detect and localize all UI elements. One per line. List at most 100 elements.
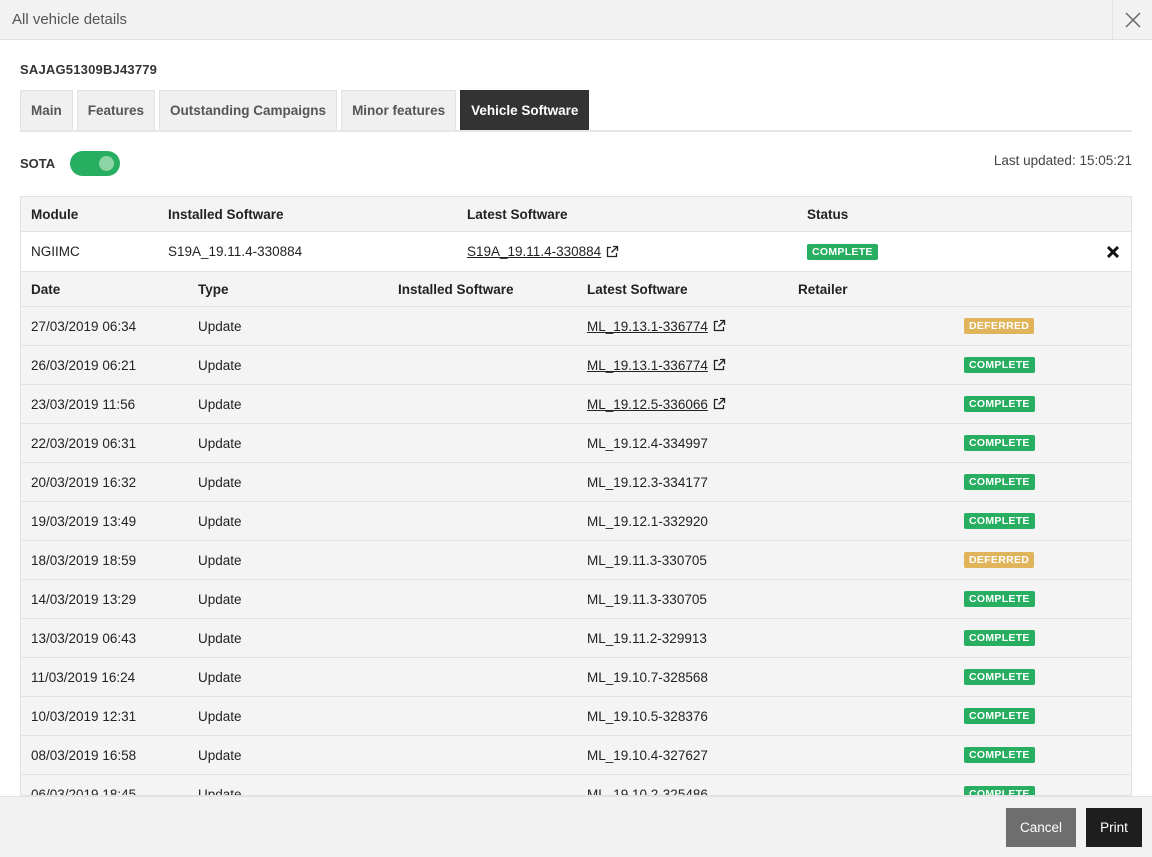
status-badge: COMPLETE xyxy=(964,435,1035,451)
external-link-icon xyxy=(713,319,726,332)
dialog-header: All vehicle details xyxy=(0,0,1152,40)
row-status: COMPLETE xyxy=(964,619,1035,657)
row-type: Update xyxy=(198,747,242,763)
row-latest-software: ML_19.11.2-329913 xyxy=(587,619,707,657)
row-type: Update xyxy=(198,474,242,490)
print-button[interactable]: Print xyxy=(1086,808,1142,847)
latest-software-text: ML_19.11.3-330705 xyxy=(587,591,707,607)
sota-label: SOTA xyxy=(20,156,56,171)
row-date: 10/03/2019 12:31 xyxy=(31,708,137,724)
header-type: Type xyxy=(198,281,229,297)
latest-software-text: ML_19.11.2-329913 xyxy=(587,630,707,646)
row-status: COMPLETE xyxy=(964,658,1035,696)
table-row: 27/03/2019 06:34 Update ML_19.13.1-336774 D… xyxy=(21,307,1131,346)
external-link-icon xyxy=(606,245,619,257)
external-link-icon xyxy=(713,358,726,371)
close-icon xyxy=(1124,12,1141,28)
cancel-button[interactable]: Cancel xyxy=(1006,808,1076,847)
latest-software-text: ML_19.13.1-336774 xyxy=(587,357,708,373)
tab-main[interactable]: Main xyxy=(20,90,73,130)
status-badge: COMPLETE xyxy=(964,786,1035,795)
row-date: 22/03/2019 06:31 xyxy=(31,435,137,451)
row-type: Update xyxy=(198,513,242,529)
row-type: Update xyxy=(198,552,242,568)
row-date: 27/03/2019 06:34 xyxy=(31,318,137,334)
module-table-header: Module Installed Software Latest Softwar… xyxy=(21,197,1131,232)
row-type: Update xyxy=(198,396,242,412)
tab-features[interactable]: Features xyxy=(76,90,156,130)
row-latest-software: ML_19.10.4-327627 xyxy=(587,736,708,774)
header-latest-software: Latest Software xyxy=(467,206,568,222)
module-latest-software-text: S19A_19.11.4-330884 xyxy=(467,244,602,259)
table-row: 23/03/2019 11:56 Update ML_19.12.5-336066 C… xyxy=(21,385,1131,424)
row-date: 11/03/2019 16:24 xyxy=(31,669,136,685)
latest-software-text: ML_19.11.3-330705 xyxy=(587,552,707,568)
row-latest-software: ML_19.12.1-332920 xyxy=(587,502,708,540)
tab-outstanding-campaigns[interactable]: Outstanding Campaigns xyxy=(159,90,338,130)
row-date: 18/03/2019 18:59 xyxy=(31,552,137,568)
table-row: 22/03/2019 06:31 Update ML_19.12.4-334997 C… xyxy=(21,424,1131,463)
row-latest-software: ML_19.11.3-330705 xyxy=(587,541,707,579)
status-badge: COMPLETE xyxy=(964,513,1035,529)
latest-software-link[interactable]: ML_19.13.1-336774 xyxy=(587,319,726,334)
status-badge: COMPLETE xyxy=(964,669,1035,685)
row-status: COMPLETE xyxy=(964,346,1035,384)
row-latest-software: ML_19.11.3-330705 xyxy=(587,580,707,618)
row-type: Update xyxy=(198,357,242,373)
header-history-installed-software: Installed Software xyxy=(398,281,514,297)
latest-software-text: ML_19.12.1-332920 xyxy=(587,513,708,529)
dialog-title: All vehicle details xyxy=(12,11,128,28)
row-type: Update xyxy=(198,318,242,334)
header-date: Date xyxy=(31,281,61,297)
row-type: Update xyxy=(198,435,242,451)
vehicle-vin: SAJAG51309BJ43779 xyxy=(20,62,158,77)
row-type: Update xyxy=(198,786,242,796)
module-name: NGIIMC xyxy=(31,244,80,259)
row-latest-software: ML_19.10.7-328568 xyxy=(587,658,708,696)
row-date: 20/03/2019 16:32 xyxy=(31,474,137,490)
row-latest-software: ML_19.12.5-336066 xyxy=(587,385,726,423)
latest-software-link[interactable]: ML_19.12.5-336066 xyxy=(587,397,726,412)
status-badge: COMPLETE xyxy=(964,474,1035,490)
history-table-header: Date Type Installed Software Latest Soft… xyxy=(21,272,1131,307)
latest-software-text: ML_19.10.4-327627 xyxy=(587,747,708,763)
row-latest-software: ML_19.12.4-334997 xyxy=(587,424,708,462)
toggle-knob xyxy=(99,156,114,171)
row-type: Update xyxy=(198,669,242,685)
status-badge: COMPLETE xyxy=(807,243,878,260)
table-row: 06/03/2019 18:45 Update ML_19.10.2-325486 C… xyxy=(21,775,1131,796)
row-status: DEFERRED xyxy=(964,541,1035,579)
status-badge: COMPLETE xyxy=(964,357,1035,373)
history-rows: 27/03/2019 06:34 Update ML_19.13.1-336774 D… xyxy=(21,307,1131,796)
status-badge: DEFERRED xyxy=(964,552,1035,568)
tab-minor-features[interactable]: Minor features xyxy=(341,90,457,130)
external-link-icon xyxy=(713,397,726,410)
row-date: 26/03/2019 06:21 xyxy=(31,357,137,373)
tab-bar: Main Features Outstanding Campaigns Mino… xyxy=(20,90,1132,132)
row-date: 06/03/2019 18:45 xyxy=(31,786,137,796)
sota-toggle[interactable] xyxy=(70,151,120,176)
latest-software-text: ML_19.13.1-336774 xyxy=(587,318,708,334)
row-latest-software: ML_19.12.3-334177 xyxy=(587,463,708,501)
row-status: COMPLETE xyxy=(964,463,1035,501)
row-latest-software: ML_19.10.5-328376 xyxy=(587,697,708,735)
row-latest-software: ML_19.10.2-325486 xyxy=(587,775,708,796)
row-latest-software: ML_19.13.1-336774 xyxy=(587,307,726,345)
latest-software-link[interactable]: ML_19.13.1-336774 xyxy=(587,358,726,373)
close-button[interactable] xyxy=(1112,0,1152,40)
status-badge: COMPLETE xyxy=(964,630,1035,646)
row-status: DEFERRED xyxy=(964,307,1035,345)
row-status: COMPLETE xyxy=(964,502,1035,540)
module-latest-software-link[interactable]: S19A_19.11.4-330884 xyxy=(467,244,619,259)
row-status: COMPLETE xyxy=(964,697,1035,735)
row-date: 23/03/2019 11:56 xyxy=(31,396,136,412)
module-remove-cell xyxy=(1103,232,1123,271)
status-badge: COMPLETE xyxy=(964,708,1035,724)
remove-icon[interactable] xyxy=(1103,242,1123,262)
table-row: 10/03/2019 12:31 Update ML_19.10.5-328376 C… xyxy=(21,697,1131,736)
tab-vehicle-software[interactable]: Vehicle Software xyxy=(460,90,590,130)
latest-software-text: ML_19.12.3-334177 xyxy=(587,474,708,490)
status-badge: COMPLETE xyxy=(964,747,1035,763)
table-row: 13/03/2019 06:43 Update ML_19.11.2-329913 C… xyxy=(21,619,1131,658)
row-date: 14/03/2019 13:29 xyxy=(31,591,137,607)
